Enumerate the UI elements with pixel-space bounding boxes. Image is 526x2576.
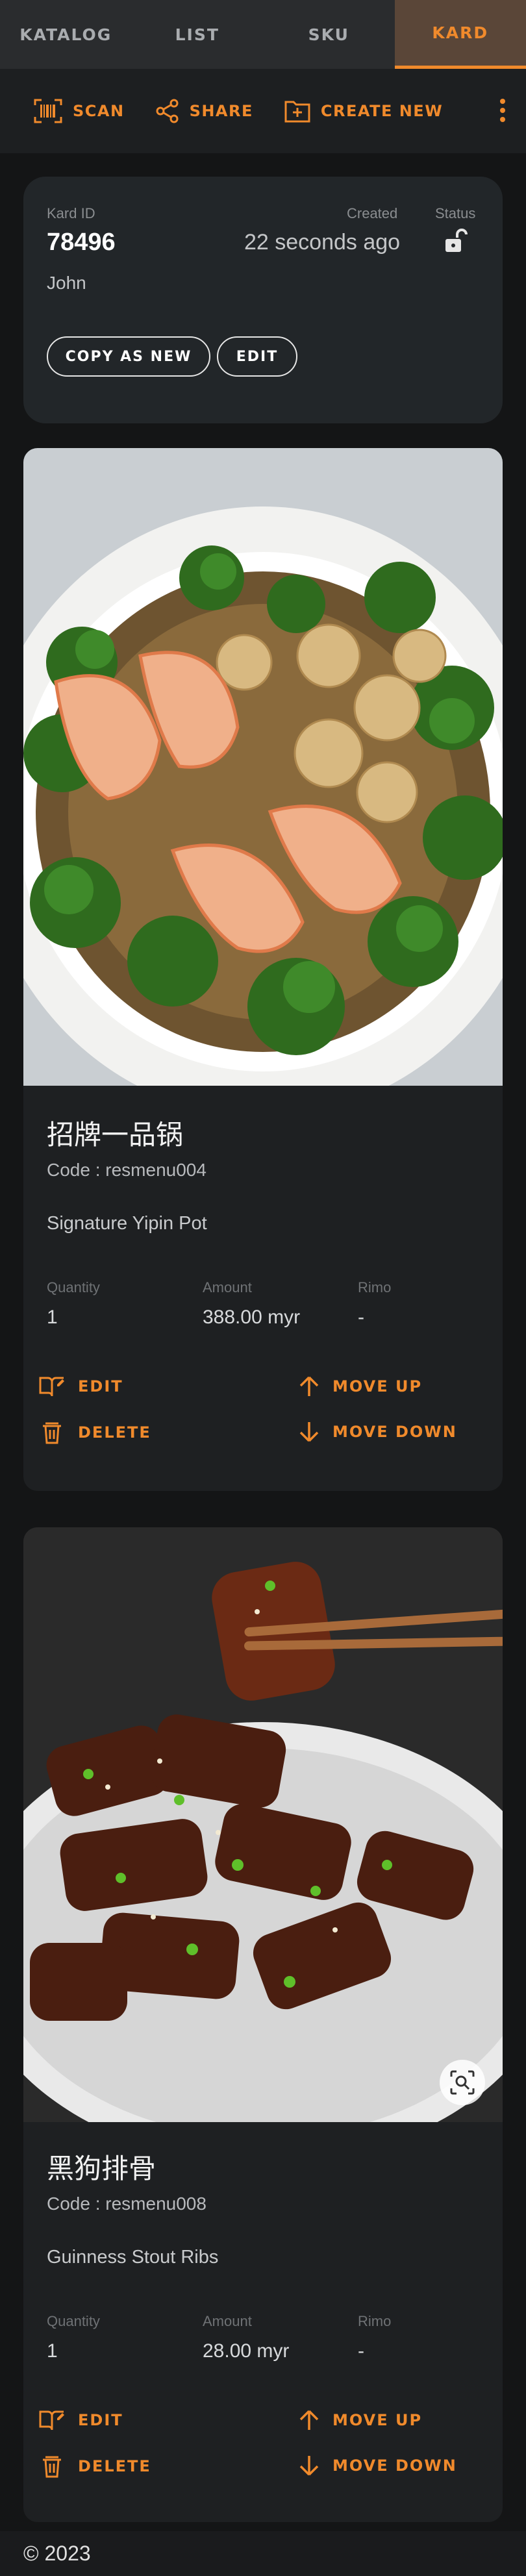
tab-list[interactable]: LIST: [132, 0, 264, 69]
menu-item-card-1: 招牌一品锅 Code : resmenu004 Signature Yipin …: [23, 448, 503, 1491]
owner-name: John: [47, 273, 86, 293]
rimo-label: Rimo: [358, 2313, 392, 2329]
qr-scan-icon: [34, 99, 62, 123]
more-vert-icon[interactable]: [499, 97, 507, 127]
copyright-text: © 2023: [23, 2542, 91, 2565]
item-move-up-button[interactable]: MOVE UP: [299, 1375, 422, 1397]
created-label: Created: [347, 205, 398, 221]
menu-item-card-2: 黑狗排骨 Code : resmenu008 Guinness Stout Ri…: [23, 1527, 503, 2522]
item-description: Signature Yipin Pot: [47, 1213, 207, 1234]
scan-label: SCAN: [73, 102, 125, 120]
status-label: Status: [435, 205, 476, 221]
arrow-up-icon: [299, 2410, 319, 2430]
share-button[interactable]: SHARE: [156, 99, 253, 123]
move-up-label: MOVE UP: [332, 2411, 423, 2429]
edit-label: EDIT: [78, 1377, 123, 1395]
edit-label: EDIT: [78, 2411, 123, 2429]
dish-photo-stout-ribs[interactable]: [23, 1527, 503, 2122]
tab-kard[interactable]: KARD: [394, 0, 526, 69]
kard-edit-button[interactable]: EDIT: [217, 336, 297, 377]
item-name: 黑狗排骨: [47, 2153, 157, 2184]
item-edit-button[interactable]: EDIT: [39, 1375, 123, 1397]
rimo-label: Rimo: [358, 1279, 392, 1295]
item-code: Code : resmenu004: [47, 1160, 207, 1180]
move-down-label: MOVE DOWN: [332, 2457, 457, 2475]
quantity-value: 1: [47, 1307, 58, 1328]
amount-value: 388.00 myr: [203, 1307, 301, 1328]
kard-id-label: Kard ID: [47, 205, 95, 221]
kard-summary-card: Kard ID 78496 Created 22 seconds ago Sta…: [23, 177, 503, 423]
item-name: 招牌一品锅: [47, 1119, 184, 1150]
image-search-icon: [450, 2070, 475, 2095]
delete-label: DELETE: [78, 1423, 151, 1442]
rimo-value: -: [358, 2340, 364, 2362]
add-box-icon: [284, 101, 310, 123]
quantity-label: Quantity: [47, 2313, 100, 2329]
amount-label: Amount: [203, 2313, 252, 2329]
kard-id-value: 78496: [47, 229, 116, 256]
item-move-down-button[interactable]: MOVE DOWN: [299, 2455, 457, 2477]
item-edit-button[interactable]: EDIT: [39, 2409, 123, 2431]
action-toolbar: SCAN SHARE CREATE NEW: [0, 69, 526, 153]
item-delete-button[interactable]: DELETE: [39, 1421, 151, 1444]
book-edit-icon: [39, 2410, 64, 2431]
scan-button[interactable]: SCAN: [34, 99, 125, 123]
image-search-button[interactable]: [440, 2060, 485, 2105]
move-up-label: MOVE UP: [332, 1377, 423, 1395]
top-tab-bar: KATALOG LIST SKU KARD: [0, 0, 526, 69]
unlock-icon[interactable]: [444, 229, 468, 258]
create-new-button[interactable]: CREATE NEW: [284, 99, 443, 123]
item-delete-button[interactable]: DELETE: [39, 2455, 151, 2478]
move-down-label: MOVE DOWN: [332, 1423, 457, 1441]
rimo-value: -: [358, 1307, 364, 1328]
quantity-label: Quantity: [47, 1279, 100, 1295]
delete-label: DELETE: [78, 2457, 151, 2475]
create-new-label: CREATE NEW: [320, 102, 444, 120]
arrow-down-icon: [299, 1422, 319, 1442]
tab-katalog[interactable]: KATALOG: [0, 0, 132, 69]
footer: © 2023: [0, 2531, 526, 2576]
arrow-up-icon: [299, 1376, 319, 1396]
book-edit-icon: [39, 1377, 64, 1397]
arrow-down-icon: [299, 2456, 319, 2476]
share-icon: [156, 99, 179, 123]
trash-icon: [43, 2456, 61, 2478]
amount-value: 28.00 myr: [203, 2340, 290, 2362]
item-description: Guinness Stout Ribs: [47, 2247, 219, 2268]
item-move-up-button[interactable]: MOVE UP: [299, 2409, 422, 2431]
amount-label: Amount: [203, 1279, 252, 1295]
share-label: SHARE: [189, 102, 253, 120]
dish-photo-yipin-pot[interactable]: [23, 448, 503, 1086]
created-value: 22 seconds ago: [244, 230, 401, 255]
tab-sku[interactable]: SKU: [263, 0, 395, 69]
item-code: Code : resmenu008: [47, 2194, 207, 2214]
quantity-value: 1: [47, 2340, 58, 2362]
copy-as-new-button[interactable]: COPY AS NEW: [47, 336, 210, 377]
trash-icon: [43, 1422, 61, 1444]
item-move-down-button[interactable]: MOVE DOWN: [299, 1421, 457, 1443]
